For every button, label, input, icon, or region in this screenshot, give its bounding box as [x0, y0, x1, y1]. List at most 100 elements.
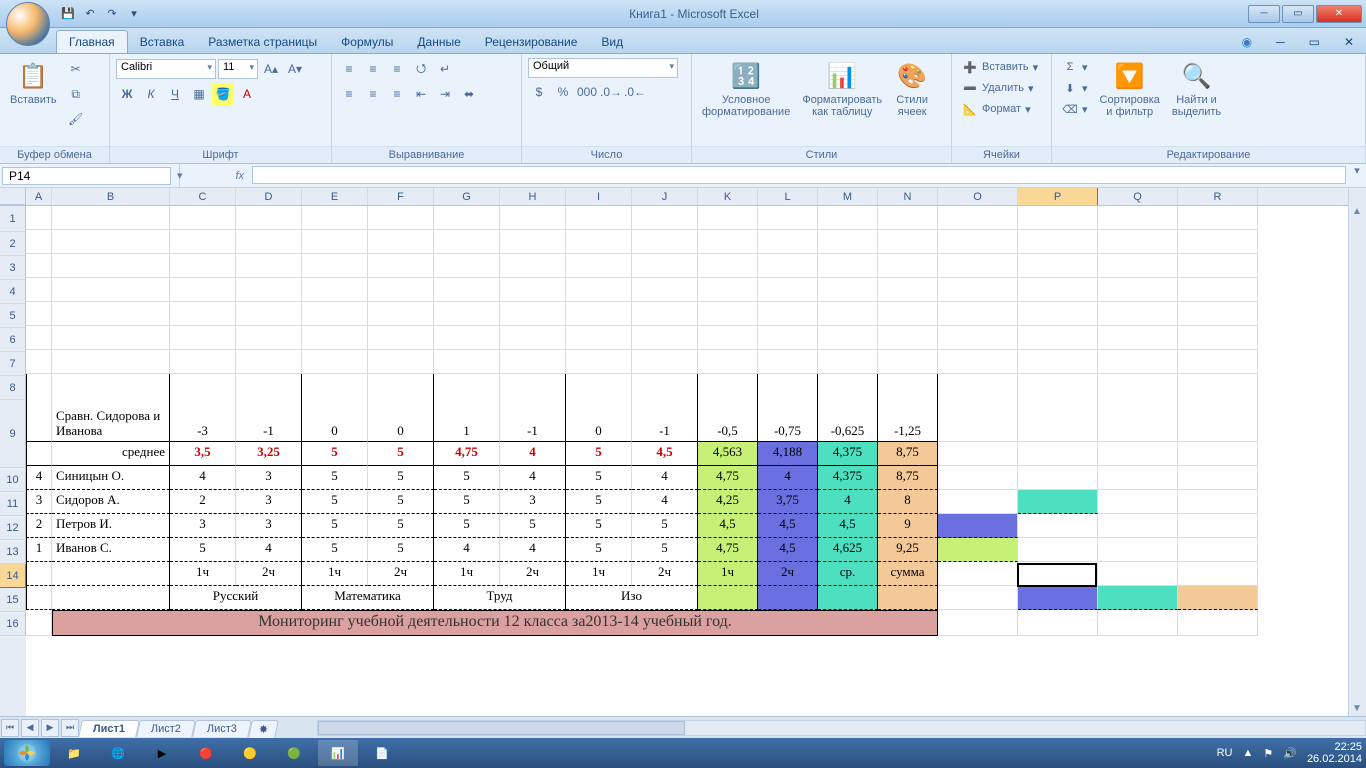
cell[interactable]: [368, 278, 434, 302]
cell[interactable]: 4,625: [818, 538, 878, 562]
cut-icon[interactable]: ✂: [65, 58, 87, 80]
cell[interactable]: [170, 302, 236, 326]
cell[interactable]: [434, 254, 500, 278]
cell[interactable]: 3: [236, 514, 302, 538]
copy-icon[interactable]: ⧉: [65, 83, 87, 105]
cell[interactable]: [1098, 230, 1178, 254]
cell[interactable]: [302, 230, 368, 254]
cell[interactable]: [632, 278, 698, 302]
cell[interactable]: 5: [368, 490, 434, 514]
cell[interactable]: 4: [26, 466, 52, 490]
cell[interactable]: [26, 230, 52, 254]
cell[interactable]: [302, 254, 368, 278]
sheet-tab-1[interactable]: Лист1: [78, 720, 140, 737]
cell[interactable]: [52, 254, 170, 278]
cell[interactable]: 4: [170, 466, 236, 490]
comma-style-icon[interactable]: 000: [576, 81, 598, 103]
cell[interactable]: [236, 254, 302, 278]
align-left-icon[interactable]: ≡: [338, 83, 360, 105]
cell[interactable]: [1098, 442, 1178, 466]
font-color-icon[interactable]: A: [236, 83, 258, 105]
cell[interactable]: [1098, 374, 1178, 442]
cell[interactable]: [52, 206, 170, 230]
cell[interactable]: [758, 206, 818, 230]
font-size-combo[interactable]: 11: [218, 59, 258, 79]
column-header[interactable]: H: [500, 188, 566, 205]
cell[interactable]: 4,375: [818, 442, 878, 466]
cell-styles-button[interactable]: 🎨Стили ячеек: [890, 58, 934, 120]
bold-button[interactable]: Ж: [116, 83, 138, 105]
cell[interactable]: [698, 230, 758, 254]
cell[interactable]: [1178, 254, 1258, 278]
select-all-corner[interactable]: [0, 188, 26, 205]
underline-button[interactable]: Ч: [164, 83, 186, 105]
cell[interactable]: [1098, 466, 1178, 490]
cell[interactable]: [368, 254, 434, 278]
cell[interactable]: 8,75: [878, 466, 938, 490]
taskbar-media-icon[interactable]: ▶: [142, 740, 182, 766]
fill-button[interactable]: ⬇▾: [1058, 79, 1092, 97]
cell[interactable]: [302, 278, 368, 302]
column-header[interactable]: F: [368, 188, 434, 205]
cell[interactable]: 3: [236, 490, 302, 514]
cell[interactable]: [566, 302, 632, 326]
cell[interactable]: -3: [170, 374, 236, 442]
cell[interactable]: [1178, 562, 1258, 586]
cell[interactable]: 5: [368, 466, 434, 490]
tray-volume-icon[interactable]: 🔊: [1283, 747, 1297, 760]
align-center-icon[interactable]: ≡: [362, 83, 384, 105]
align-right-icon[interactable]: ≡: [386, 83, 408, 105]
cell[interactable]: [52, 562, 170, 586]
cell[interactable]: [26, 442, 52, 466]
cell[interactable]: [1098, 206, 1178, 230]
sheet-tab-3[interactable]: Лист3: [192, 720, 252, 737]
cell[interactable]: [758, 586, 818, 610]
cell[interactable]: [632, 254, 698, 278]
cell[interactable]: Синицын О.: [52, 466, 170, 490]
row-header[interactable]: 14: [0, 564, 26, 588]
cell[interactable]: -0,5: [698, 374, 758, 442]
cell[interactable]: [758, 254, 818, 278]
cell[interactable]: [26, 610, 52, 636]
cell[interactable]: [566, 206, 632, 230]
cell[interactable]: [26, 206, 52, 230]
column-header[interactable]: M: [818, 188, 878, 205]
column-header[interactable]: O: [938, 188, 1018, 205]
cell[interactable]: [236, 302, 302, 326]
tray-flag-icon[interactable]: ▲: [1242, 747, 1253, 759]
cell[interactable]: [698, 350, 758, 374]
cell[interactable]: Сидоров А.: [52, 490, 170, 514]
row-header[interactable]: 10: [0, 468, 26, 492]
column-header[interactable]: J: [632, 188, 698, 205]
cell[interactable]: [368, 326, 434, 350]
cell[interactable]: [52, 230, 170, 254]
cell[interactable]: 1ч: [566, 562, 632, 586]
cell[interactable]: 2ч: [758, 562, 818, 586]
row-header[interactable]: 5: [0, 304, 26, 328]
cell[interactable]: Изо: [566, 586, 698, 610]
cell[interactable]: 4,375: [818, 466, 878, 490]
cell[interactable]: 3: [500, 490, 566, 514]
cell[interactable]: [1178, 586, 1258, 610]
row-header[interactable]: 1: [0, 206, 26, 232]
cell[interactable]: 8,75: [878, 442, 938, 466]
cell[interactable]: [1178, 350, 1258, 374]
cell[interactable]: [1018, 514, 1098, 538]
sheet-nav-next-icon[interactable]: ▶: [41, 719, 59, 737]
cell[interactable]: 4,5: [698, 514, 758, 538]
cell[interactable]: 4,25: [698, 490, 758, 514]
cell[interactable]: 4,75: [434, 442, 500, 466]
formula-bar[interactable]: [252, 166, 1346, 184]
cell[interactable]: [26, 562, 52, 586]
cell[interactable]: Мониторинг учебной деятельности 12 класс…: [52, 610, 938, 636]
cell[interactable]: [938, 254, 1018, 278]
taskbar-ie-icon[interactable]: 🌐: [98, 740, 138, 766]
cell[interactable]: [566, 254, 632, 278]
tab-page-layout[interactable]: Разметка страницы: [196, 31, 329, 53]
cell[interactable]: [938, 490, 1018, 514]
cell[interactable]: [758, 350, 818, 374]
cell[interactable]: 1: [434, 374, 500, 442]
cell[interactable]: [500, 350, 566, 374]
cell[interactable]: [1018, 562, 1098, 586]
cell[interactable]: сумма: [878, 562, 938, 586]
